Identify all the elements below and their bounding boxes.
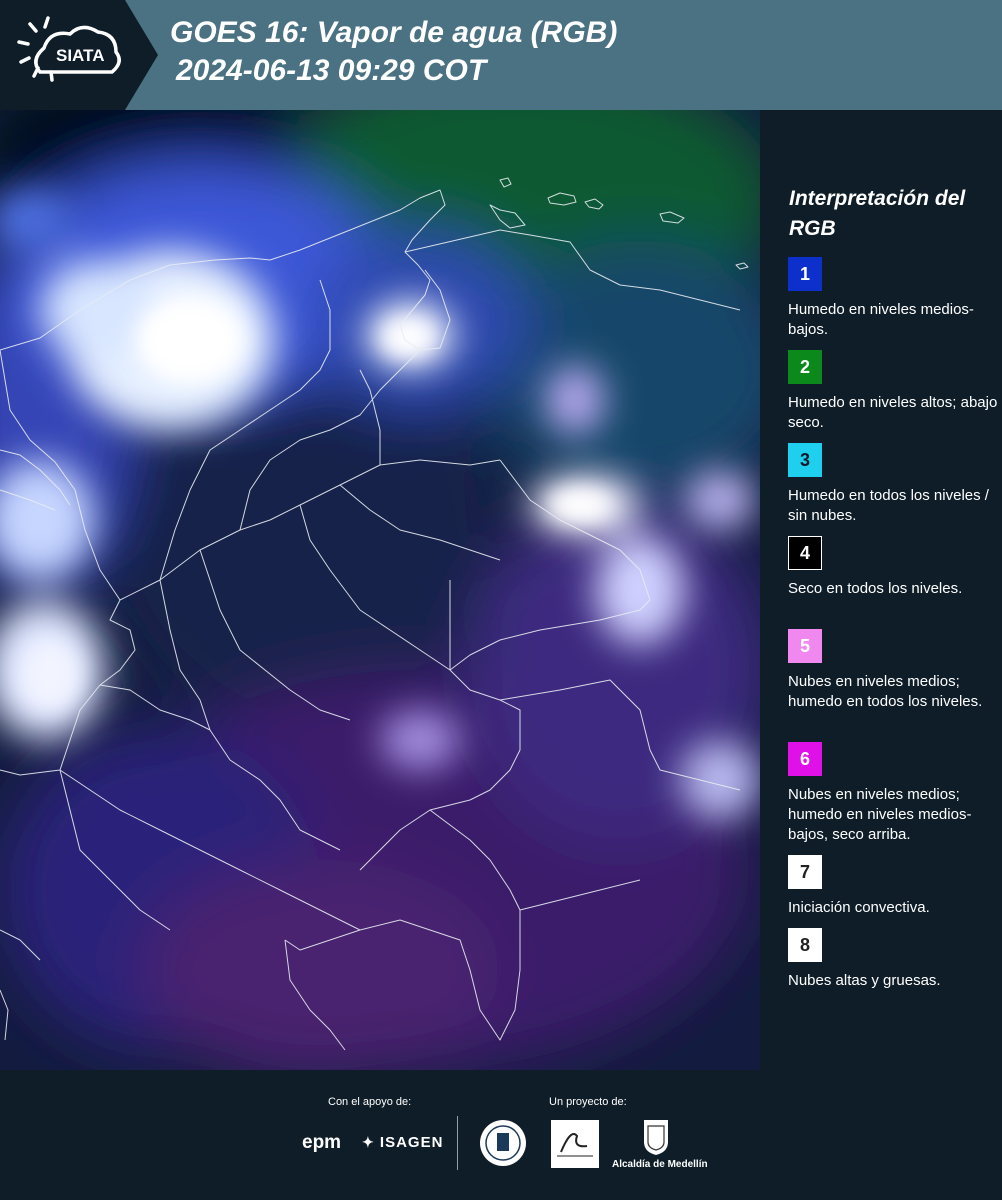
legend-item-8: 8 Nubes altas y gruesas. — [788, 928, 998, 991]
title-line1: GOES 16: Vapor de agua (RGB) — [170, 16, 618, 49]
isagen-logo[interactable]: ✦ ISAGEN — [362, 1134, 443, 1151]
legend-title: Interpretación del RGB — [789, 187, 966, 240]
legend-text-2: Humedo en niveles altos; abajo seco. — [788, 394, 998, 431]
legend-swatch-2: 2 — [788, 350, 822, 384]
legend-text-8: Nubes altas y gruesas. — [788, 972, 941, 989]
legend-text-5: Nubes en niveles medios; humedo en todos… — [788, 673, 983, 710]
legend-item-6: 6 Nubes en niveles medios; humedo en niv… — [788, 742, 998, 845]
epm-logo[interactable]: epm — [302, 1132, 341, 1154]
legend-item-7: 7 Iniciación convectiva. — [788, 855, 998, 918]
area-metropolitana-logo[interactable] — [551, 1120, 599, 1168]
legend-item-5: 5 Nubes en niveles medios; humedo en tod… — [788, 629, 998, 712]
logo-text: SIATA — [56, 46, 104, 65]
legend-item-2: 2 Humedo en niveles altos; abajo seco. — [788, 350, 998, 433]
header-bar: SIATA GOES 16: Vapor de agua (RGB) 2024-… — [0, 0, 1002, 110]
legend-swatch-8: 8 — [788, 928, 822, 962]
legend-item-4: 4 Seco en todos los niveles. — [788, 536, 998, 599]
legend-text-6: Nubes en niveles medios; humedo en nivel… — [788, 786, 972, 843]
isagen-text: ISAGEN — [379, 1134, 444, 1151]
satellite-map[interactable] — [0, 110, 760, 1070]
footer: Con el apoyo de: Un proyecto de: epm ✦ I… — [0, 1070, 1002, 1200]
legend-text-1: Humedo en niveles medios-bajos. — [788, 301, 974, 338]
legend-swatch-7: 7 — [788, 855, 822, 889]
legend-swatch-4: 4 — [788, 536, 822, 570]
alcaldia-crest-icon[interactable] — [642, 1118, 670, 1156]
page-title: GOES 16: Vapor de agua (RGB) 2024-06-13 … — [170, 14, 617, 90]
footer-divider — [457, 1116, 458, 1170]
legend-swatch-5: 5 — [788, 629, 822, 663]
university-seal-icon[interactable] — [478, 1118, 528, 1168]
siata-logo[interactable]: SIATA — [0, 0, 158, 110]
support-label: Con el apoyo de: — [328, 1096, 412, 1108]
legend-text-7: Iniciación convectiva. — [788, 899, 930, 916]
title-timestamp: 2024-06-13 09:29 COT — [176, 54, 487, 87]
alcaldia-label: Alcaldía de Medellín — [612, 1159, 708, 1170]
legend-panel: Interpretación del RGB 1 Humedo en nivel… — [760, 110, 1002, 1070]
legend-item-3: 3 Humedo en todos los niveles / sin nube… — [788, 443, 998, 526]
legend-swatch-3: 3 — [788, 443, 822, 477]
legend-item-1: 1 Humedo en niveles medios-bajos. — [788, 257, 998, 340]
legend-text-4: Seco en todos los niveles. — [788, 580, 963, 597]
project-label: Un proyecto de: — [549, 1096, 627, 1108]
legend-swatch-6: 6 — [788, 742, 822, 776]
legend-text-3: Humedo en todos los niveles / sin nubes. — [788, 487, 989, 524]
isagen-icon: ✦ — [362, 1134, 375, 1150]
legend-swatch-1: 1 — [788, 257, 822, 291]
